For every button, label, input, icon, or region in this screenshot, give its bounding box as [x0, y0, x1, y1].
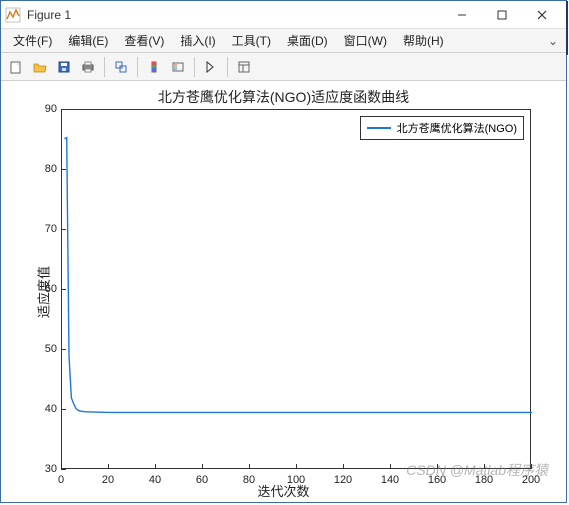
link-plot-button[interactable]	[110, 56, 132, 78]
axes-canvas[interactable]: 北方苍鹰优化算法(NGO)适应度函数曲线 适应度值 迭代次数 北方苍鹰优化算法(…	[1, 81, 566, 502]
x-tick-mark	[484, 464, 485, 469]
x-tick-mark	[108, 464, 109, 469]
menu-window[interactable]: 窗口(W)	[338, 30, 393, 51]
toolbar	[1, 53, 566, 81]
open-property-inspector-button[interactable]	[233, 56, 255, 78]
titlebar: Figure 1	[1, 1, 566, 29]
insert-colorbar-button[interactable]	[143, 56, 165, 78]
line-plot	[62, 110, 530, 468]
toolbar-separator	[137, 57, 138, 77]
x-tick-label: 140	[381, 474, 399, 486]
menubar: 文件(F) 编辑(E) 查看(V) 插入(I) 工具(T) 桌面(D) 窗口(W…	[1, 29, 566, 53]
minimize-button[interactable]	[442, 1, 482, 29]
menu-help[interactable]: 帮助(H)	[397, 30, 450, 51]
x-tick-label: 160	[428, 474, 446, 486]
toolbar-separator	[227, 57, 228, 77]
x-tick-mark	[390, 464, 391, 469]
y-tick-mark	[61, 109, 66, 110]
x-tick-label: 0	[58, 474, 64, 486]
chart-title: 北方苍鹰优化算法(NGO)适应度函数曲线	[158, 87, 409, 107]
x-tick-mark	[155, 464, 156, 469]
x-tick-label: 20	[102, 474, 114, 486]
legend-label: 北方苍鹰优化算法(NGO)	[397, 120, 517, 136]
x-tick-label: 100	[287, 474, 305, 486]
save-button[interactable]	[53, 56, 75, 78]
decorative-edge	[566, 1, 568, 55]
y-tick-mark	[61, 409, 66, 410]
menu-desktop[interactable]: 桌面(D)	[281, 30, 334, 51]
y-tick-label: 90	[39, 103, 57, 115]
x-tick-mark	[202, 464, 203, 469]
x-tick-label: 180	[475, 474, 493, 486]
toolbar-separator	[194, 57, 195, 77]
new-figure-button[interactable]	[5, 56, 27, 78]
x-tick-mark	[343, 464, 344, 469]
x-tick-label: 120	[334, 474, 352, 486]
x-tick-label: 200	[522, 474, 540, 486]
menu-overflow-icon[interactable]: ⌄	[548, 34, 560, 48]
legend[interactable]: 北方苍鹰优化算法(NGO)	[360, 116, 524, 140]
close-button[interactable]	[522, 1, 562, 29]
y-tick-mark	[61, 169, 66, 170]
x-tick-mark	[296, 464, 297, 469]
insert-legend-button[interactable]	[167, 56, 189, 78]
figure-window: Figure 1 文件(F) 编辑(E) 查看(V) 插入(I) 工具(T) 桌…	[0, 0, 567, 503]
menu-edit[interactable]: 编辑(E)	[62, 30, 114, 51]
x-tick-mark	[61, 464, 62, 469]
x-tick-label: 40	[149, 474, 161, 486]
toolbar-separator	[104, 57, 105, 77]
x-tick-mark	[437, 464, 438, 469]
menu-view[interactable]: 查看(V)	[118, 30, 170, 51]
y-tick-mark	[61, 289, 66, 290]
print-button[interactable]	[77, 56, 99, 78]
window-title: Figure 1	[27, 8, 442, 22]
axes-box[interactable]: 北方苍鹰优化算法(NGO)	[61, 109, 531, 469]
x-tick-mark	[531, 464, 532, 469]
x-tick-label: 60	[196, 474, 208, 486]
x-tick-mark	[249, 464, 250, 469]
matlab-figure-icon	[5, 7, 21, 23]
y-tick-mark	[61, 469, 66, 470]
y-tick-label: 80	[39, 163, 57, 175]
edit-plot-button[interactable]	[200, 56, 222, 78]
y-tick-label: 30	[39, 463, 57, 475]
x-tick-label: 80	[243, 474, 255, 486]
menu-tools[interactable]: 工具(T)	[226, 30, 277, 51]
y-tick-label: 40	[39, 403, 57, 415]
y-tick-label: 60	[39, 283, 57, 295]
y-tick-mark	[61, 349, 66, 350]
maximize-button[interactable]	[482, 1, 522, 29]
legend-swatch	[367, 127, 391, 129]
y-tick-mark	[61, 229, 66, 230]
open-button[interactable]	[29, 56, 51, 78]
y-tick-label: 70	[39, 223, 57, 235]
y-tick-label: 50	[39, 343, 57, 355]
menu-file[interactable]: 文件(F)	[7, 30, 58, 51]
menu-insert[interactable]: 插入(I)	[174, 30, 221, 51]
